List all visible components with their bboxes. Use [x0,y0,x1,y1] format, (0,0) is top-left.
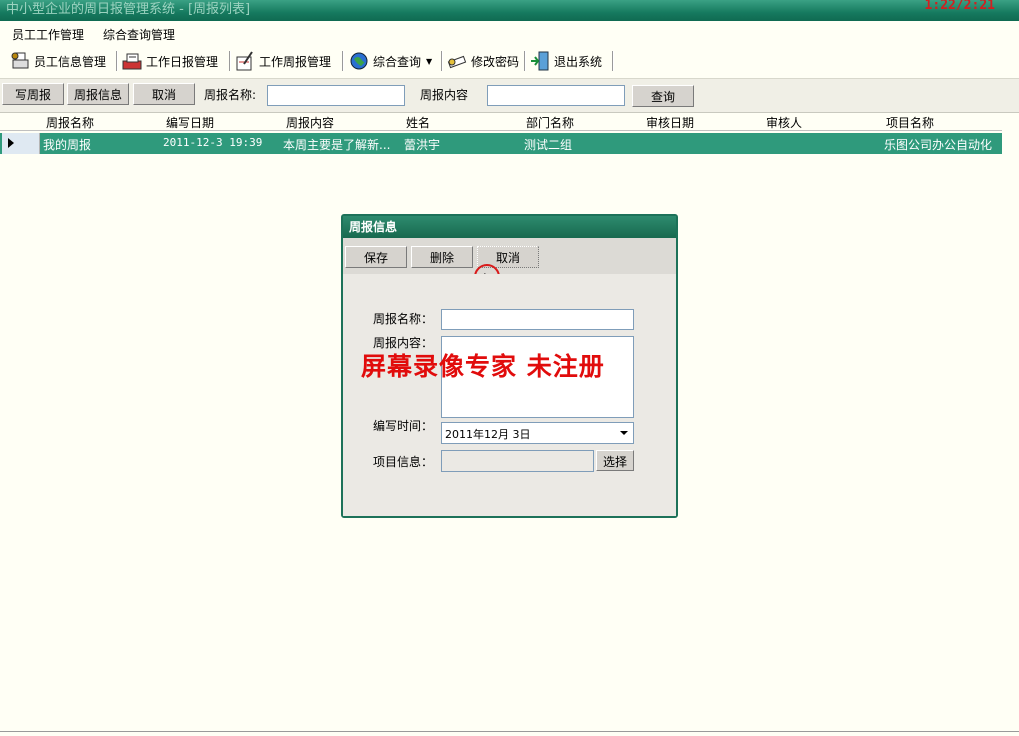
column-header[interactable]: 姓名 [406,114,430,131]
daily-report-button[interactable]: 工作日报管理 [121,49,218,73]
table-cell: 2011-12-3 19:39 [163,136,263,149]
watermark-text: 屏幕录像专家 未注册 [361,352,605,381]
report-content-input[interactable] [487,85,625,106]
table-cell: 我的周报 [43,138,92,152]
pen-notebook-icon [236,51,253,71]
toolbar: 员工信息管理 工作日报管理 工作周报管理 综合查询 ▼ 修改密码 退出系统 [0,44,1019,79]
dialog-body: 周报名称： 周报内容： 编写时间： 2011年12月 3日 项目信息： 选择 屏… [343,274,676,516]
table-cell: 本周主要是了解新... [283,138,391,152]
report-name-label: 周报名称： [373,312,434,326]
row-selector[interactable] [2,133,40,154]
toolbar-separator [441,51,443,71]
toolbar-separator [524,51,526,71]
employee-info-label: 员工信息管理 [34,54,107,69]
chevron-down-icon: ▼ [426,56,433,66]
column-header[interactable]: 项目名称 [886,114,934,131]
table-cell: 乐图公司办公自动化 [884,138,993,152]
delete-button[interactable]: 删除 [411,246,473,268]
chevron-down-icon [620,431,628,435]
table-cell: 测试二组 [524,138,573,152]
window-title: 中小型企业的周日报管理系统 - [周报列表] [6,2,251,17]
save-button[interactable]: 保存 [345,246,407,268]
query-button[interactable]: 查询 [632,85,694,107]
column-header[interactable]: 周报名称 [46,114,94,131]
title-bar: 中小型企业的周日报管理系统 - [周报列表] 1:22/2:21 [0,0,1019,21]
column-header[interactable]: 部门名称 [526,114,574,131]
exit-door-icon [531,51,549,71]
report-name-label: 周报名称: [204,88,257,102]
weekly-report-label: 工作周报管理 [259,54,332,69]
exit-button[interactable]: 退出系统 [529,49,602,73]
select-button[interactable]: 选择 [596,450,634,471]
write-report-button[interactable]: 写周报 [2,83,64,105]
menu-employee-work[interactable]: 员工工作管理 [12,26,84,43]
weekly-report-button[interactable]: 工作周报管理 [234,49,331,73]
report-name-input[interactable] [267,85,405,106]
project-info-label: 项目信息： [373,455,434,469]
globe-icon [350,52,368,70]
report-info-button[interactable]: 周报信息 [67,83,129,105]
toolbar-separator [612,51,614,71]
column-header[interactable]: 审核人 [766,114,802,131]
window-bottom-border [0,731,1019,736]
change-password-label: 修改密码 [471,54,520,69]
project-info-field[interactable] [441,450,594,472]
date-value: 2011年12月 3日 [445,428,531,441]
report-info-dialog: 周报信息 保存 删除 取消 周报名称： 周报内容： 编写时间： 2011年12月… [341,214,678,518]
toolbar-separator [116,51,118,71]
change-password-button[interactable]: 修改密码 [446,49,519,73]
recording-clock: 1:22/2:21 [924,0,995,13]
report-name-field[interactable] [441,309,634,330]
menu-query-management[interactable]: 综合查询管理 [103,26,175,43]
toolbar-separator [229,51,231,71]
row-pointer-icon [8,138,14,148]
daily-report-label: 工作日报管理 [146,54,219,69]
toolbar-separator [342,51,344,71]
column-header[interactable]: 周报内容 [286,114,334,131]
column-header[interactable]: 审核日期 [646,114,694,131]
menu-bar: 员工工作管理 综合查询管理 [0,22,1019,43]
filter-bar: 写周报 周报信息 取消 周报名称: 周报内容 查询 [0,79,1019,113]
dialog-title: 周报信息 [343,216,676,238]
fax-icon [122,53,142,70]
dialog-toolbar: 保存 删除 取消 [343,238,676,293]
table-cell: 蕾洪宇 [404,138,441,152]
table-row[interactable]: 我的周报 2011-12-3 19:39 本周主要是了解新... 蕾洪宇 测试二… [0,133,1002,154]
employee-info-button[interactable]: 员工信息管理 [9,49,106,73]
query-label: 综合查询 [373,54,422,69]
column-header[interactable]: 编写日期 [166,114,214,131]
write-time-label: 编写时间： [373,419,434,433]
query-dropdown-button[interactable]: 综合查询 ▼ [348,49,432,73]
printer-person-icon [11,52,29,69]
key-pen-icon [447,55,467,69]
cancel-button[interactable]: 取消 [133,83,195,105]
exit-label: 退出系统 [554,54,603,69]
report-grid: 周报名称 编写日期 周报内容 姓名 部门名称 审核日期 审核人 项目名称 我的周… [0,113,1002,154]
grid-header: 周报名称 编写日期 周报内容 姓名 部门名称 审核日期 审核人 项目名称 [0,113,1002,131]
write-time-date-picker[interactable]: 2011年12月 3日 [441,422,634,444]
report-content-label: 周报内容 [420,88,469,102]
